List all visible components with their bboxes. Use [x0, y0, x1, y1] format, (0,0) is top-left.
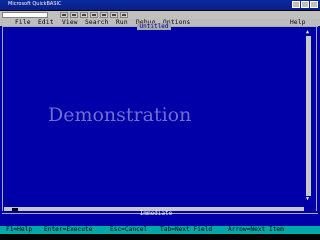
menu-file[interactable]: File	[15, 19, 31, 26]
save-icon[interactable]	[70, 12, 78, 18]
undo-icon[interactable]	[110, 12, 118, 18]
menu-run[interactable]: Run	[116, 19, 128, 26]
copy-icon[interactable]	[90, 12, 98, 18]
help-icon[interactable]	[120, 12, 128, 18]
dos-editor-screen: Microsoft QuickBASIC File Edit View Sear…	[0, 0, 320, 240]
editor-frame-left	[2, 26, 3, 212]
open-icon[interactable]	[60, 12, 68, 18]
status-next-field: Tab=Next Field	[160, 226, 213, 233]
toolbar	[0, 11, 320, 19]
vertical-scroll-track[interactable]	[306, 36, 311, 196]
menu-edit[interactable]: Edit	[38, 19, 54, 26]
minimize-button[interactable]	[292, 1, 300, 8]
close-button[interactable]	[310, 1, 318, 8]
editor-frame-right	[316, 26, 317, 212]
vertical-scrollbar[interactable]: ▲ ▼	[304, 30, 313, 202]
status-next-item: Arrow=Next Item	[228, 226, 284, 233]
window-title-bar: Microsoft QuickBASIC	[0, 0, 320, 11]
scroll-up-icon[interactable]: ▲	[306, 30, 309, 35]
maximize-button[interactable]	[301, 1, 309, 8]
status-execute: Enter=Execute	[44, 226, 93, 233]
scroll-down-icon[interactable]: ▼	[306, 197, 309, 202]
font-size-select[interactable]	[2, 12, 48, 18]
demonstration-overlay: Demonstration	[48, 104, 192, 126]
immediate-label: Immediate	[139, 210, 173, 217]
menu-search[interactable]: Search	[85, 19, 109, 26]
status-help: F1=Help	[6, 226, 33, 233]
menu-view[interactable]: View	[62, 19, 78, 26]
document-title: Untitled	[137, 23, 171, 30]
paste-icon[interactable]	[100, 12, 108, 18]
bottom-border	[0, 234, 320, 240]
status-bar: F1=Help Enter=Execute Esc=Cancel Tab=Nex…	[0, 226, 320, 234]
window-title: Microsoft QuickBASIC	[8, 1, 62, 7]
status-cancel: Esc=Cancel	[110, 226, 148, 233]
cut-icon[interactable]	[80, 12, 88, 18]
menu-help[interactable]: Help	[290, 19, 306, 26]
